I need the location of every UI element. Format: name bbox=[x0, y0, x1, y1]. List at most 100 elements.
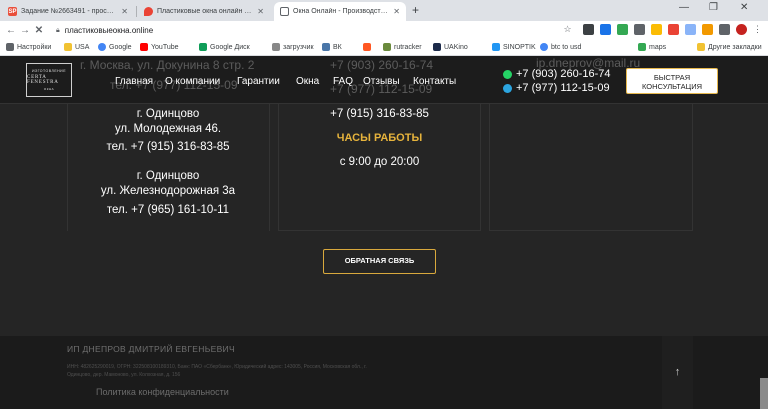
address-city: г. Одинцово bbox=[136, 108, 200, 120]
bookmark-vk[interactable]: ВК bbox=[322, 43, 342, 51]
extension-icon[interactable] bbox=[617, 24, 628, 35]
site-header: г. Москва, ул. Докунина 8 стр. 2 тел. +7… bbox=[0, 56, 768, 104]
address-phone[interactable]: тел. +7 (965) 161-10-11 bbox=[68, 204, 268, 216]
site-logo[interactable]: ИЗГОТОВЛЕНИЕ CERTA FENESTRA ОКНА bbox=[26, 63, 72, 97]
column-divider bbox=[480, 104, 481, 231]
extension-icon[interactable] bbox=[702, 24, 713, 35]
browser-tab-bar: SP Задание №2663491 - просмотр з ✕ Пласт… bbox=[0, 0, 768, 21]
nav-guarantees[interactable]: Гарантии bbox=[237, 76, 280, 87]
folder-icon bbox=[697, 43, 705, 51]
tab-title: Пластиковые окна онлайн — Ян bbox=[157, 8, 254, 15]
whatsapp-icon bbox=[503, 69, 512, 79]
download-icon bbox=[272, 43, 280, 51]
nav-faq[interactable]: FAQ bbox=[333, 76, 353, 87]
browser-tab-2[interactable]: Пластиковые окна онлайн — Ян ✕ bbox=[138, 2, 270, 21]
extension-icon[interactable] bbox=[668, 24, 679, 35]
bookmarks-bar: Настройки USA Google YouTube Google Диск… bbox=[0, 40, 768, 56]
ghost-phone: +7 (903) 260-16-74 bbox=[330, 58, 434, 72]
bookmark-icon bbox=[363, 43, 371, 51]
window-close-icon[interactable]: ✕ bbox=[740, 2, 748, 13]
telegram-phone[interactable]: +7 (977) 112-15-09 bbox=[503, 82, 610, 94]
bookmark-usa[interactable]: USA bbox=[64, 43, 89, 51]
scroll-to-top-button[interactable]: ↑ bbox=[662, 336, 693, 409]
bookmark-btc[interactable]: btc to usd bbox=[540, 43, 581, 51]
feedback-button[interactable]: ОБРАТНАЯ СВЯЗЬ bbox=[323, 249, 436, 274]
lock-icon: 🔒︎ bbox=[56, 26, 60, 34]
map-pin-icon bbox=[144, 7, 153, 16]
middle-phone[interactable]: +7 (915) 316-83-85 bbox=[279, 108, 480, 120]
drive-icon bbox=[199, 43, 207, 51]
bookmark-maps[interactable]: maps bbox=[638, 43, 666, 51]
avatar[interactable] bbox=[736, 24, 747, 35]
bookmark-youtube[interactable]: YouTube bbox=[140, 43, 179, 51]
bookmark-rutracker[interactable]: rutracker bbox=[383, 43, 422, 51]
tab-close-icon[interactable]: ✕ bbox=[257, 7, 264, 16]
bookmark-uakino[interactable]: UAKino bbox=[433, 43, 468, 51]
extension-icon[interactable] bbox=[600, 24, 611, 35]
hours-value: с 9:00 до 20:00 bbox=[339, 156, 420, 168]
telegram-icon bbox=[503, 83, 512, 93]
hours-label: ЧАСЫ РАБОТЫ bbox=[336, 132, 423, 144]
footer-owner: ИП ДНЕПРОВ ДМИТРИЙ ЕВГЕНЬЕВИЧ bbox=[67, 344, 235, 354]
column-divider bbox=[269, 104, 270, 231]
browser-tab-1[interactable]: SP Задание №2663491 - просмотр з ✕ bbox=[2, 2, 134, 21]
bookmark-icon bbox=[433, 43, 441, 51]
extension-icon[interactable] bbox=[583, 24, 594, 35]
forward-icon[interactable]: → bbox=[18, 25, 32, 36]
browser-tab-3[interactable]: Окна Онлайн - Производство и ✕ bbox=[274, 2, 406, 21]
stop-icon[interactable]: ✕ bbox=[32, 25, 46, 36]
nav-home[interactable]: Главная bbox=[115, 76, 153, 87]
privacy-policy-link[interactable]: Политика конфиденциальности bbox=[96, 387, 229, 397]
address-street: ул. Молодежная 46. bbox=[114, 123, 222, 135]
address-bar[interactable]: 🔒︎ пластиковыеокна.online bbox=[56, 23, 556, 38]
new-tab-icon[interactable]: + bbox=[412, 3, 419, 17]
scrollbar[interactable] bbox=[760, 378, 768, 409]
folder-icon bbox=[64, 43, 72, 51]
back-icon[interactable]: ← bbox=[4, 25, 18, 36]
menu-kebab-icon[interactable]: ⋮ bbox=[752, 24, 763, 35]
minimize-icon[interactable]: — bbox=[679, 2, 689, 13]
nav-windows[interactable]: Окна bbox=[296, 76, 319, 87]
arrow-up-icon: ↑ bbox=[674, 366, 681, 378]
maps-icon bbox=[638, 43, 646, 51]
youtube-icon bbox=[140, 43, 148, 51]
bookmark-settings[interactable]: Настройки bbox=[6, 43, 51, 51]
bookmark-google[interactable]: Google bbox=[98, 43, 132, 51]
site-footer: ИП ДНЕПРОВ ДМИТРИЙ ЕВГЕНЬЕВИЧ ИНН: 48262… bbox=[0, 336, 768, 409]
tab-close-icon[interactable]: ✕ bbox=[121, 7, 128, 16]
whatsapp-phone[interactable]: +7 (903) 260-16-74 bbox=[503, 68, 610, 80]
bookmark-misc-1[interactable] bbox=[363, 43, 371, 51]
nav-reviews[interactable]: Отзывы bbox=[363, 76, 400, 87]
bookmark-icon bbox=[383, 43, 391, 51]
tab-close-icon[interactable]: ✕ bbox=[393, 7, 400, 16]
quick-consult-button[interactable]: БЫСТРАЯ КОНСУЛЬТАЦИЯ bbox=[626, 68, 718, 94]
address-phone[interactable]: тел. +7 (915) 316-83-85 bbox=[68, 141, 268, 153]
page-favicon-icon bbox=[280, 7, 289, 16]
google-icon bbox=[540, 43, 548, 51]
bookmark-sinoptik[interactable]: SINOPTIK bbox=[492, 43, 536, 51]
tab-favicon-icon: SP bbox=[8, 7, 17, 16]
extension-icon[interactable] bbox=[651, 24, 662, 35]
bookmark-google-drive[interactable]: Google Диск bbox=[199, 43, 250, 51]
gear-icon bbox=[6, 43, 14, 51]
bookmark-downloader[interactable]: загрузчик bbox=[272, 43, 314, 51]
address-city: г. Одинцово bbox=[136, 170, 200, 182]
vk-icon bbox=[322, 43, 330, 51]
browser-toolbar: ← → ✕ 🔒︎ пластиковыеокна.online ☆ ⋮ bbox=[0, 21, 768, 40]
extension-icon[interactable] bbox=[685, 24, 696, 35]
bookmark-star-icon[interactable]: ☆ bbox=[562, 24, 573, 35]
column-divider bbox=[489, 104, 490, 231]
extensions-puzzle-icon[interactable] bbox=[719, 24, 730, 35]
google-icon bbox=[98, 43, 106, 51]
nav-contacts[interactable]: Контакты bbox=[413, 76, 456, 87]
nav-about[interactable]: О компании bbox=[165, 76, 220, 87]
bookmark-other[interactable]: Другие закладки bbox=[697, 43, 762, 51]
column-bottom-border bbox=[489, 230, 693, 231]
weather-icon bbox=[492, 43, 500, 51]
tab-title: Окна Онлайн - Производство и bbox=[293, 8, 390, 15]
extension-icon[interactable] bbox=[634, 24, 645, 35]
address-street: ул. Железнодорожная 3а bbox=[100, 185, 236, 197]
tab-title: Задание №2663491 - просмотр з bbox=[21, 8, 118, 15]
url-text: пластиковыеокна.online bbox=[64, 26, 154, 35]
maximize-icon[interactable]: ❐ bbox=[709, 2, 718, 13]
